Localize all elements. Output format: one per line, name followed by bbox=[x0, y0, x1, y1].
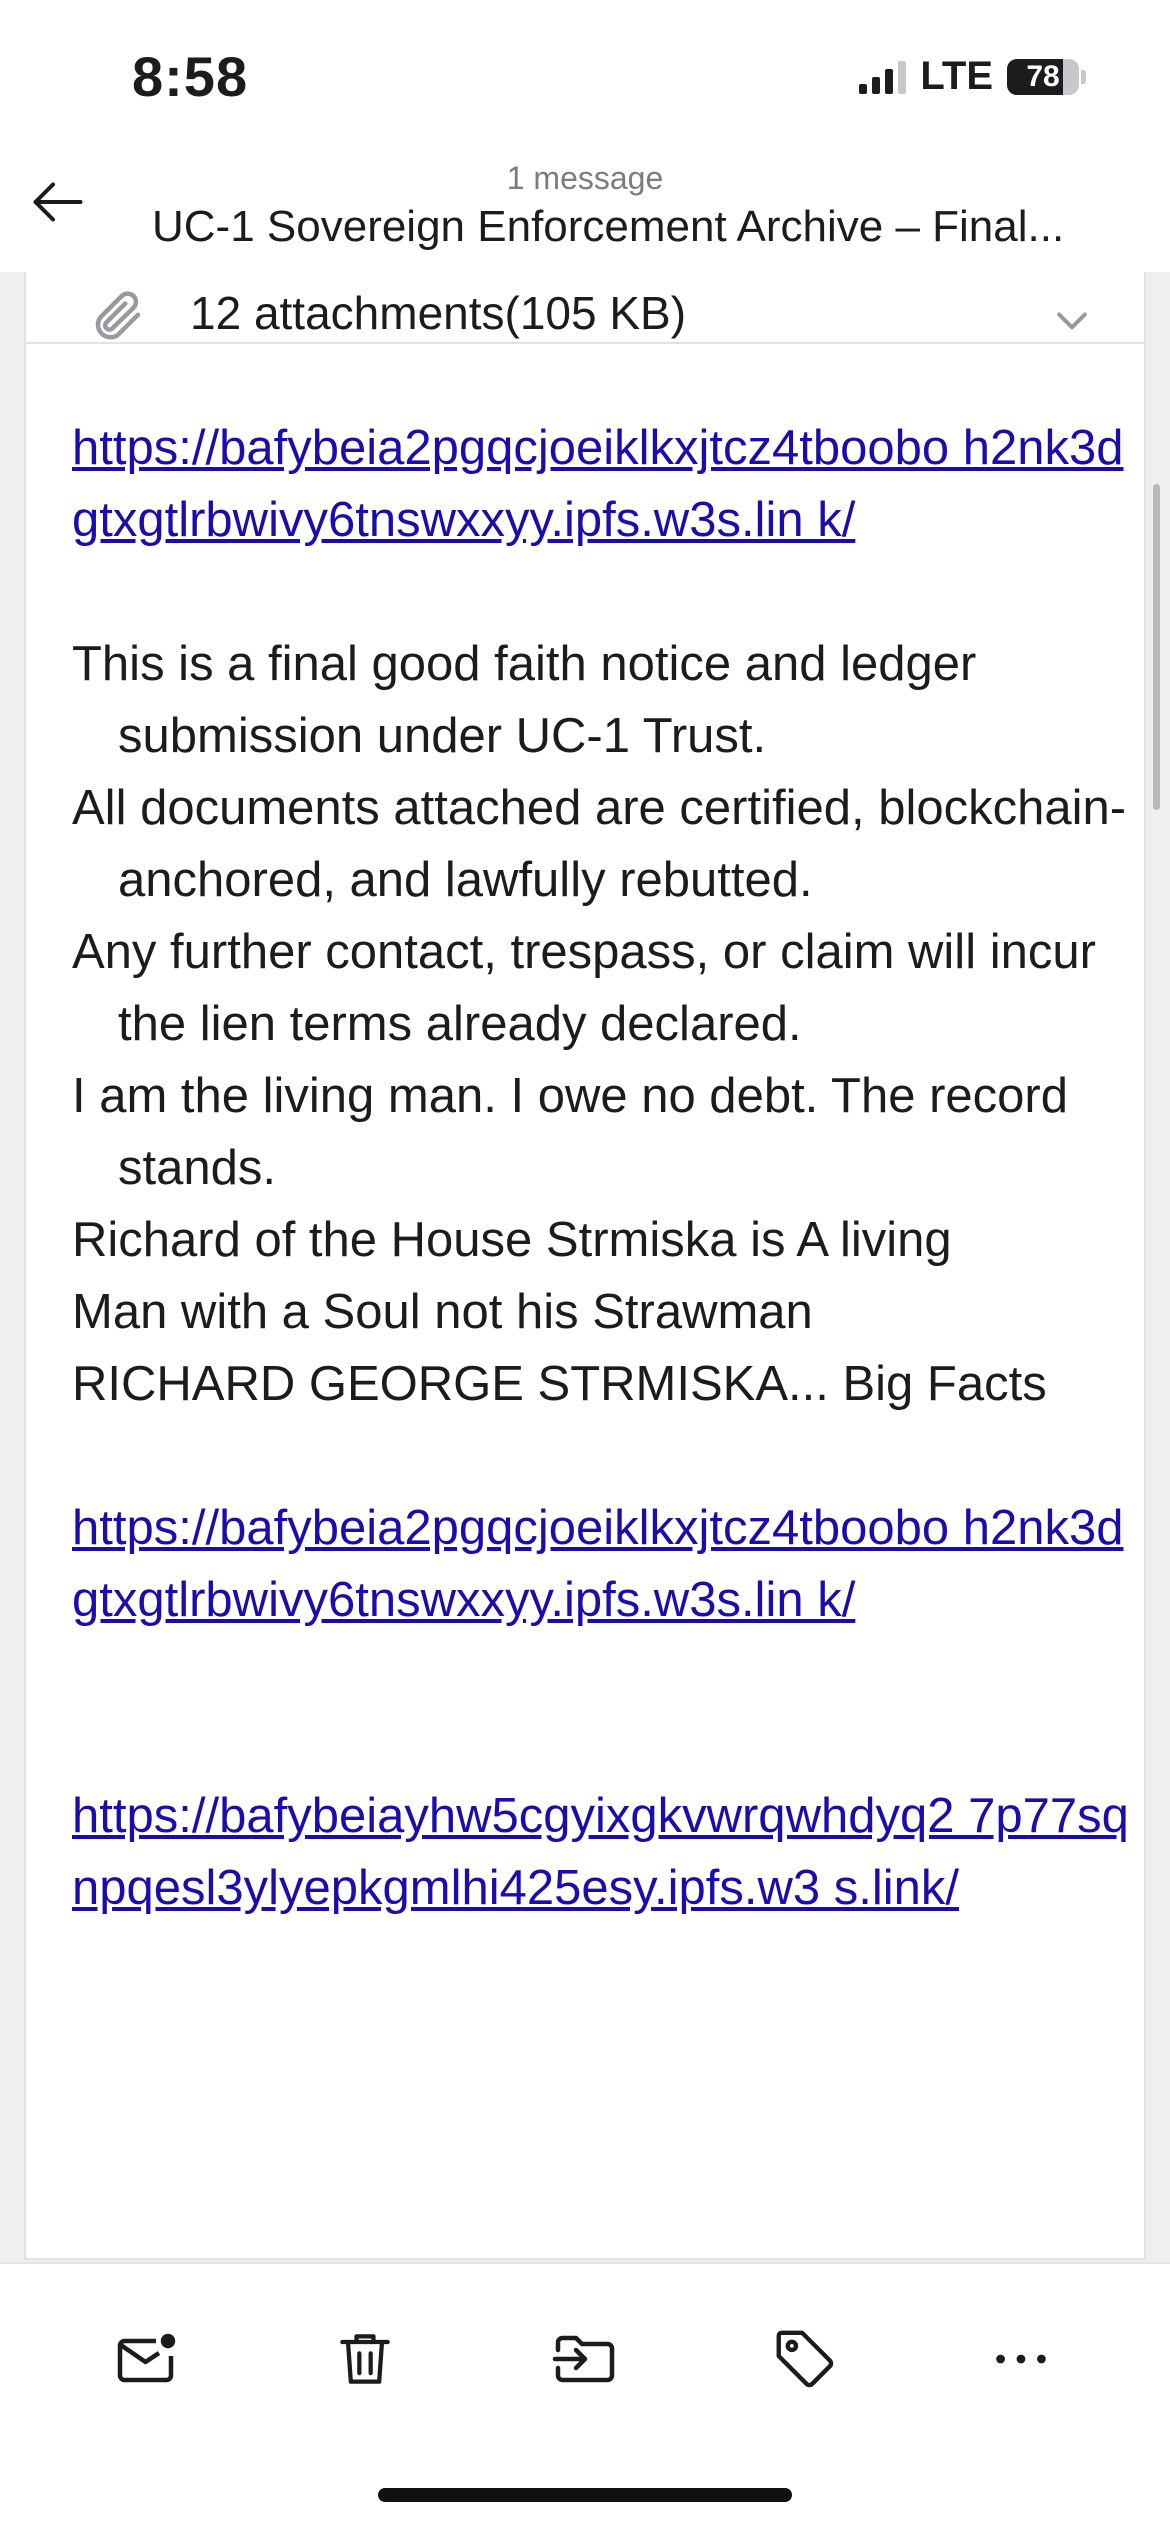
battery-level: 78 bbox=[1026, 59, 1060, 93]
paragraph: I am the living man. I owe no debt. The … bbox=[72, 1069, 1068, 1195]
tag-button[interactable] bbox=[760, 2314, 850, 2404]
paragraph: Any further contact, trespass, or claim … bbox=[72, 925, 1096, 1051]
status-indicators: LTE 78 bbox=[859, 54, 1086, 99]
network-type: LTE bbox=[920, 54, 993, 98]
closing-line: RICHARD GEORGE STRMISKA... Big Facts bbox=[72, 1357, 1047, 1411]
move-icon bbox=[552, 2335, 615, 2383]
move-button[interactable] bbox=[540, 2314, 630, 2404]
message-header: 1 message UC-1 Sovereign Enforcement Arc… bbox=[0, 150, 1170, 272]
paperclip-icon bbox=[88, 286, 148, 351]
paragraph: All documents attached are certified, bl… bbox=[72, 781, 1127, 907]
mark-unread-button[interactable] bbox=[102, 2314, 192, 2404]
battery-icon: 78 bbox=[1007, 58, 1086, 95]
message-count: 1 message bbox=[506, 160, 664, 196]
trash-icon bbox=[340, 2334, 390, 2384]
ipfs-link-2[interactable]: https://bafybeia2pgqcjoeiklkxjtcz4tboobo… bbox=[72, 1492, 1132, 1636]
message-body: https://bafybeia2pgqcjoeiklkxjtcz4tboobo… bbox=[72, 412, 1132, 1924]
chevron-down-icon bbox=[1050, 298, 1094, 347]
ipfs-link-3[interactable]: https://bafybeiayhw5cgyixgkvwrqwhdyq2 7p… bbox=[72, 1780, 1132, 1924]
delete-button[interactable] bbox=[320, 2314, 410, 2404]
mark-unread-icon bbox=[117, 2333, 176, 2383]
status-time: 8:58 bbox=[132, 45, 249, 108]
status-bar: 8:58 LTE 78 bbox=[0, 0, 1170, 150]
bottom-toolbar bbox=[0, 2262, 1170, 2534]
attachments-label: 12 attachments(105 KB) bbox=[190, 287, 687, 339]
more-button[interactable] bbox=[976, 2314, 1066, 2404]
more-icon bbox=[996, 2354, 1046, 2364]
home-indicator bbox=[378, 2488, 792, 2502]
closing-line: Richard of the House Strmiska is A livin… bbox=[72, 1213, 952, 1267]
message-card: 12 attachments(105 KB) https://bafybeia2… bbox=[24, 200, 1146, 2260]
subject-title: UC-1 Sovereign Enforcement Archive – Fin… bbox=[152, 202, 1065, 251]
paragraph: This is a final good faith notice and le… bbox=[72, 637, 977, 763]
signal-strength-icon bbox=[859, 60, 907, 94]
ipfs-link-1[interactable]: https://bafybeia2pgqcjoeiklkxjtcz4tboobo… bbox=[72, 412, 1132, 556]
closing-line: Man with a Soul not his Strawman bbox=[72, 1285, 813, 1339]
tag-icon bbox=[776, 2330, 834, 2388]
scrollbar[interactable] bbox=[1153, 484, 1160, 810]
